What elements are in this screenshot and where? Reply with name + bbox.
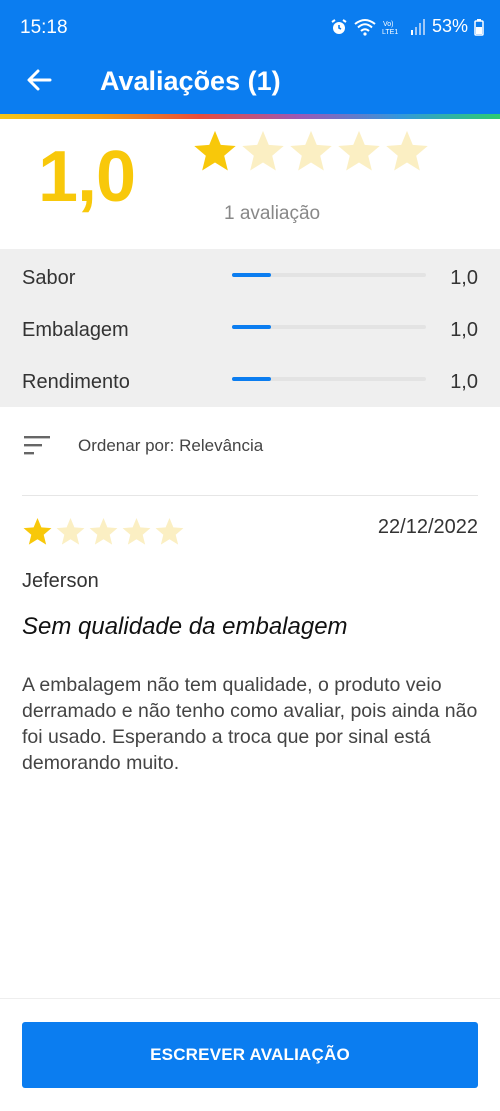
criteria-bar-fill [232,377,271,381]
criteria-label: Embalagem [22,319,129,341]
review-body: A embalagem não tem qualidade, o produto… [22,674,478,774]
criteria-value: 1,0 [450,371,478,393]
battery-percent: 53% [431,16,468,36]
star-empty-icon [56,517,85,545]
criteria-row-sabor: Sabor 1,0 [0,251,500,303]
header-gradient-strip [0,114,500,119]
sort-label: Ordenar por: Relevância [78,436,264,455]
wifi-icon [354,18,376,36]
average-score: 1,0 [38,137,136,217]
criteria-row-embalagem: Embalagem 1,0 [0,303,500,355]
criteria-label: Rendimento [22,371,130,393]
status-time: 15:18 [20,17,68,38]
divider [22,495,478,496]
review-star-rating [22,516,185,547]
star-filled-icon [23,517,52,545]
review-title: Sem qualidade da embalagem [22,613,348,640]
star-empty-icon [89,517,118,545]
criteria-row-rendimento: Rendimento 1,0 [0,355,500,407]
alarm-icon [331,18,347,34]
criteria-bar [232,325,426,329]
star-empty-icon [242,130,284,171]
criteria-bar [232,273,426,277]
star-empty-icon [290,130,332,171]
star-empty-icon [338,130,380,171]
criteria-bar-fill [232,273,271,277]
review-author: Jeferson [22,570,99,592]
star-filled-icon [194,130,236,171]
star-empty-icon [122,517,151,545]
app-header: 15:18 Vo) LTE1 53% Avaliações (1) [0,0,500,114]
star-empty-icon [155,517,184,545]
star-empty-icon [386,130,428,171]
volte-icon: Vo) LTE1 [382,21,398,36]
criteria-ratings: Sabor 1,0 Embalagem 1,0 Rendimento 1,0 [0,249,500,407]
battery-icon [474,18,484,36]
page-title: Avaliações (1) [100,66,281,96]
criteria-label: Sabor [22,267,76,289]
signal-icon [410,18,425,35]
divider [0,998,500,999]
svg-text:LTE1: LTE1 [382,29,398,36]
criteria-value: 1,0 [450,267,478,289]
back-arrow-icon[interactable] [22,62,58,98]
status-icons: Vo) LTE1 53% [330,16,484,37]
sort-icon [24,436,50,455]
status-bar: 15:18 Vo) LTE1 53% [0,0,500,54]
review-date: 22/12/2022 [377,516,478,538]
criteria-bar-fill [232,325,271,329]
svg-text:Vo): Vo) [383,21,394,28]
criteria-bar [232,377,426,381]
criteria-value: 1,0 [450,319,478,341]
average-star-rating [192,128,430,174]
write-review-button[interactable]: ESCREVER AVALIAÇÃO [22,1022,478,1088]
review-count: 1 avaliação [224,203,321,224]
sort-button[interactable]: Ordenar por: Relevância [0,420,500,476]
